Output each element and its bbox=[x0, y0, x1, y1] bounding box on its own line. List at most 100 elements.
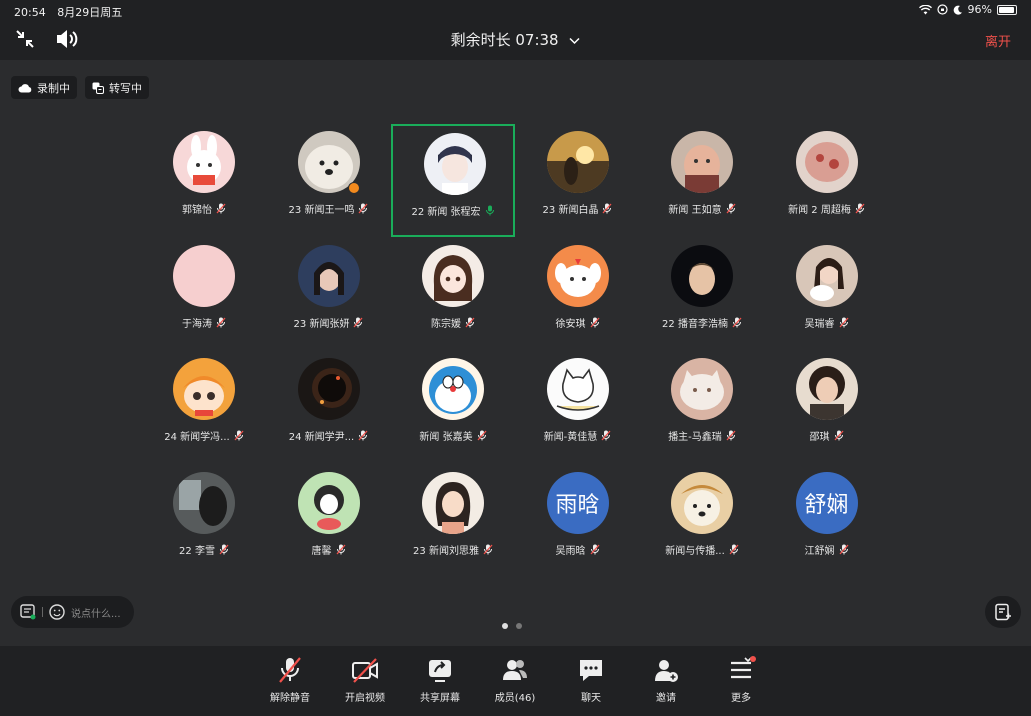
mic-muted-icon bbox=[483, 544, 493, 554]
participant-tile[interactable]: 于海涛 bbox=[142, 238, 266, 351]
mic-muted-icon bbox=[601, 430, 611, 441]
transcribing-pill[interactable]: 转写中 bbox=[85, 76, 149, 99]
toolbar-label: 聊天 bbox=[581, 693, 601, 704]
mic-muted-icon bbox=[839, 544, 848, 554]
participant-tile[interactable]: 24 新闻学尹... bbox=[267, 351, 391, 464]
participant-tile[interactable]: 郭锦怡 bbox=[142, 124, 266, 237]
cloud-icon bbox=[18, 83, 32, 92]
toolbar-button-share-screen[interactable]: 共享屏幕 bbox=[405, 656, 475, 712]
mic-muted-icon bbox=[834, 430, 843, 441]
invite-icon bbox=[655, 660, 678, 682]
share-screen-icon bbox=[429, 660, 451, 682]
participant-tile[interactable]: 23 新闻白晶 bbox=[516, 124, 640, 237]
participant-tile[interactable]: 新闻与传播... bbox=[640, 465, 764, 578]
participant-tile[interactable]: 陈宗媛 bbox=[391, 238, 515, 351]
emoji-icon[interactable] bbox=[49, 604, 65, 620]
avatar bbox=[795, 131, 858, 193]
participant-name: 播主-马鑫瑞 bbox=[668, 432, 722, 443]
toolbar-button-members[interactable]: 成员(46) bbox=[480, 656, 550, 712]
video-off-icon bbox=[352, 658, 378, 683]
participant-tile[interactable]: 新闻 2 周超梅 bbox=[765, 124, 889, 237]
avatar bbox=[297, 471, 360, 534]
participant-tile[interactable]: 雨晗 吴雨晗 bbox=[516, 465, 640, 578]
mic-muted-icon bbox=[216, 317, 226, 327]
toolbar-button-mic-muted[interactable]: 解除静音 bbox=[255, 656, 325, 712]
participant-name: 23 新闻白晶 bbox=[542, 205, 599, 216]
avatar bbox=[795, 244, 858, 307]
participant-name: 于海涛 bbox=[182, 318, 212, 330]
notes-button[interactable] bbox=[985, 596, 1021, 628]
mic-muted-icon bbox=[216, 203, 226, 214]
avatar bbox=[671, 358, 733, 420]
mic-muted-icon bbox=[279, 657, 301, 683]
participant-tile[interactable]: 吴瑞睿 bbox=[765, 238, 889, 351]
participant-tile[interactable]: 舒娴 江舒娴 bbox=[765, 465, 889, 578]
avatar bbox=[422, 358, 484, 420]
avatar bbox=[422, 244, 484, 307]
recording-pill[interactable]: 录制中 bbox=[11, 76, 77, 99]
avatar bbox=[173, 471, 235, 534]
meeting-timer[interactable]: 剩余时长 07:38 bbox=[0, 29, 1031, 50]
avatar bbox=[173, 244, 235, 307]
avatar bbox=[671, 471, 733, 534]
mic-muted-icon bbox=[590, 544, 599, 554]
participant-name: 新闻与传播... bbox=[665, 545, 725, 557]
chat-placeholder: 说点什么... bbox=[71, 608, 121, 620]
avatar bbox=[173, 358, 235, 420]
toolbar-button-invite[interactable]: 邀请 bbox=[631, 656, 701, 712]
toolbar-label: 解除静音 bbox=[270, 693, 310, 704]
toolbar-button-video-off[interactable]: 开启视频 bbox=[330, 656, 400, 712]
participant-tile[interactable]: 22 李雪 bbox=[142, 465, 266, 578]
participant-tile[interactable]: 新闻-黄佳慧 bbox=[516, 351, 640, 464]
mic-muted-icon bbox=[726, 203, 736, 214]
participant-name: 唐馨 bbox=[311, 545, 332, 557]
mic-muted-icon bbox=[726, 430, 736, 441]
avatar bbox=[546, 244, 609, 307]
page-dot-2[interactable] bbox=[516, 623, 522, 629]
participant-tile[interactable]: 22 播音李浩楠 bbox=[640, 238, 764, 351]
participant-name: 22 新闻 张程宏 bbox=[411, 207, 481, 218]
avatar bbox=[424, 133, 486, 195]
notes-icon bbox=[995, 603, 1011, 621]
host-badge bbox=[347, 182, 360, 194]
participant-name: 22 李雪 bbox=[179, 545, 215, 557]
wifi-icon bbox=[918, 4, 932, 14]
chevron-down-icon bbox=[569, 37, 580, 45]
participant-tile[interactable]: 22 新闻 张程宏 bbox=[391, 124, 515, 237]
participant-tile[interactable]: 新闻 王如意 bbox=[640, 124, 764, 237]
toolbar-label: 共享屏幕 bbox=[420, 693, 460, 704]
participant-name: 江舒娴 bbox=[804, 545, 835, 557]
chat-list-icon[interactable] bbox=[20, 604, 36, 620]
page-indicator[interactable] bbox=[502, 623, 522, 629]
mic-muted-icon bbox=[358, 430, 368, 441]
participant-tile[interactable]: 23 新闻王一鸣 bbox=[267, 124, 391, 237]
orientation-lock-icon bbox=[936, 4, 948, 15]
toolbar-button-chat[interactable]: 聊天 bbox=[556, 656, 626, 712]
chat-input[interactable]: 说点什么... bbox=[11, 596, 134, 628]
divider bbox=[42, 607, 43, 617]
status-time: 20:54 bbox=[14, 6, 46, 19]
participant-tile[interactable]: 24 新闻学冯... bbox=[142, 351, 266, 464]
members-icon bbox=[503, 660, 527, 680]
participant-tile[interactable]: 23 新闻张妍 bbox=[267, 238, 391, 351]
avatar bbox=[795, 358, 858, 420]
participant-tile[interactable]: 邵琪 bbox=[765, 351, 889, 464]
mic-muted-icon bbox=[729, 544, 739, 554]
transcribe-icon bbox=[92, 82, 104, 94]
notification-dot bbox=[750, 656, 756, 662]
participant-tile[interactable]: 唐馨 bbox=[267, 465, 391, 578]
participant-tile[interactable]: 徐安琪 bbox=[516, 238, 640, 351]
participant-tile[interactable]: 新闻 张嘉美 bbox=[391, 351, 515, 464]
avatar bbox=[671, 244, 733, 307]
participant-name: 24 新闻学尹... bbox=[288, 432, 355, 443]
participant-tile[interactable]: 23 新闻刘思雅 bbox=[391, 465, 515, 578]
participant-name: 吴瑞睿 bbox=[804, 318, 835, 330]
participant-name: 新闻 2 周超梅 bbox=[788, 205, 851, 216]
toolbar-button-more[interactable]: 更多 bbox=[706, 656, 776, 712]
participant-name: 新闻 王如意 bbox=[668, 205, 722, 216]
leave-button[interactable]: 离开 bbox=[985, 31, 1011, 50]
page-dot-1[interactable] bbox=[502, 623, 508, 629]
status-date: 8月29日周五 bbox=[57, 6, 123, 19]
participant-name: 新闻 张嘉美 bbox=[419, 432, 473, 443]
participant-tile[interactable]: 播主-马鑫瑞 bbox=[640, 351, 764, 464]
